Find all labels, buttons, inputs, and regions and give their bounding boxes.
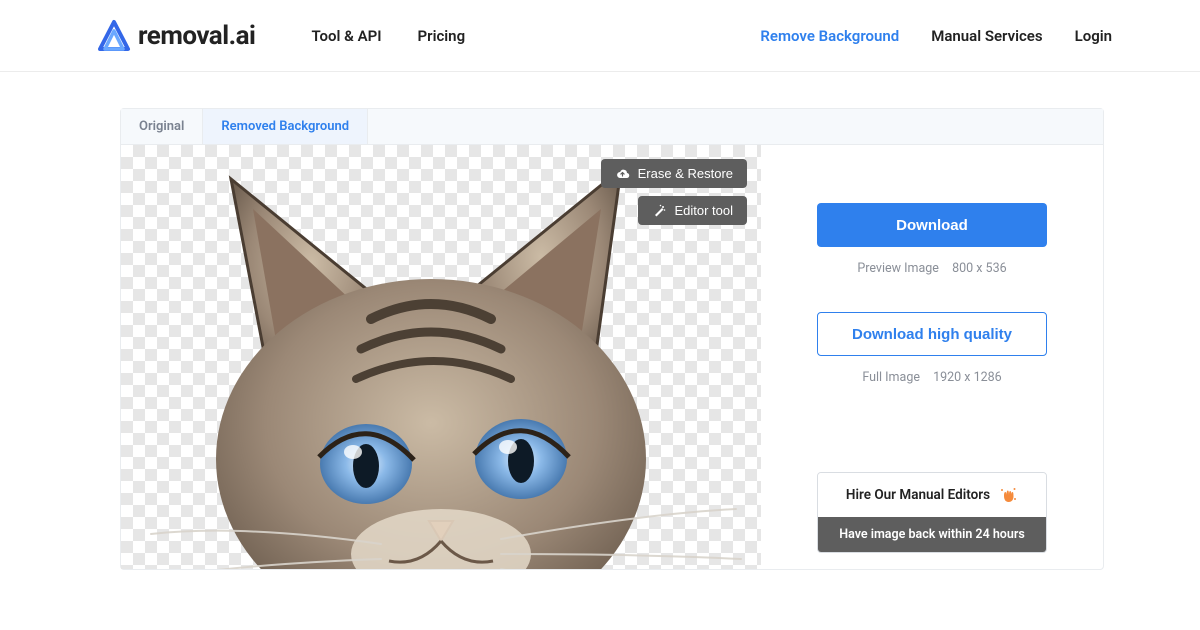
- full-dimensions: 1920 x 1286: [933, 370, 1002, 385]
- magic-wand-icon: [652, 204, 666, 218]
- tabs: Original Removed Background: [121, 109, 1103, 145]
- image-canvas: Erase & Restore Editor tool: [121, 145, 761, 569]
- nav-left: Tool & API Pricing: [311, 27, 465, 45]
- hire-block: Hire Our Manual Editors Have image back …: [817, 472, 1047, 553]
- logo-icon: [96, 19, 132, 53]
- preview-label: Preview Image: [857, 261, 939, 276]
- header: removal.ai Tool & API Pricing Remove Bac…: [0, 0, 1200, 72]
- nav-manual-services[interactable]: Manual Services: [931, 27, 1042, 45]
- nav-tool-api[interactable]: Tool & API: [311, 27, 381, 45]
- editor-tool-button[interactable]: Editor tool: [638, 196, 747, 225]
- nav-pricing[interactable]: Pricing: [418, 27, 466, 45]
- full-caption: Full Image 1920 x 1286: [817, 370, 1047, 385]
- erase-restore-label: Erase & Restore: [638, 166, 733, 181]
- nav-right: Remove Background Manual Services Login: [760, 27, 1112, 45]
- preview-dimensions: 800 x 536: [952, 261, 1007, 276]
- logo-text: removal.ai: [138, 21, 255, 51]
- full-label: Full Image: [862, 370, 920, 385]
- preview-caption: Preview Image 800 x 536: [817, 261, 1047, 276]
- panel-body: Erase & Restore Editor tool Download Pre…: [121, 145, 1103, 569]
- download-hq-button[interactable]: Download high quality: [817, 312, 1047, 356]
- hire-cta-label: Hire Our Manual Editors: [846, 487, 990, 503]
- nav-remove-background[interactable]: Remove Background: [760, 27, 899, 45]
- canvas-buttons: Erase & Restore Editor tool: [601, 159, 747, 225]
- download-button[interactable]: Download: [817, 203, 1047, 247]
- editor-tool-label: Editor tool: [674, 203, 733, 218]
- result-panel: Original Removed Background: [120, 108, 1104, 570]
- hire-editors-button[interactable]: Hire Our Manual Editors: [818, 473, 1046, 517]
- hire-subtext: Have image back within 24 hours: [818, 517, 1046, 552]
- cloud-up-icon: [615, 167, 630, 180]
- actions-sidebar: Download Preview Image 800 x 536 Downloa…: [761, 145, 1103, 569]
- nav-login[interactable]: Login: [1075, 27, 1112, 45]
- tab-removed-background[interactable]: Removed Background: [203, 109, 368, 144]
- logo[interactable]: removal.ai: [96, 19, 255, 53]
- erase-restore-button[interactable]: Erase & Restore: [601, 159, 747, 188]
- hand-wave-icon: [998, 485, 1018, 505]
- tab-original[interactable]: Original: [121, 109, 203, 144]
